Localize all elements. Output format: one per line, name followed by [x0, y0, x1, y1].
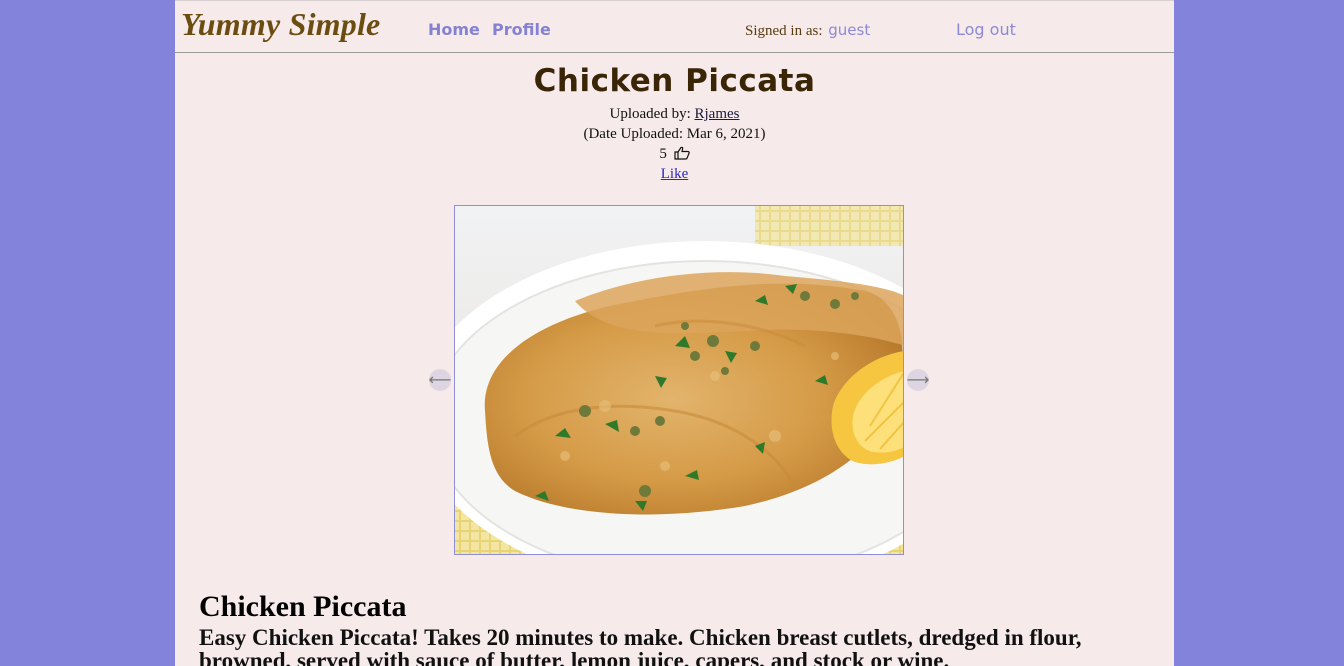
signed-in-label: Signed in as: [745, 23, 823, 39]
arrow-right-icon[interactable]: ⟶ [907, 369, 929, 391]
site-logo[interactable]: Yummy Simple [181, 6, 380, 43]
like-count-value: 5 [659, 146, 667, 162]
signed-in-status: Signed in as: guest [745, 21, 870, 40]
recipe-photo [454, 205, 904, 555]
recipe-section-title: Chicken Piccata [199, 590, 407, 623]
logout-link[interactable]: Log out [956, 20, 1016, 39]
uploaded-by: Uploaded by: Rjames [175, 106, 1174, 123]
like-action: Like [175, 166, 1174, 183]
signed-in-user: guest [828, 21, 871, 39]
uploader-link[interactable]: Rjames [694, 106, 739, 122]
navbar: Yummy Simple Home Profile Signed in as: … [175, 0, 1174, 53]
thumbs-up-icon [674, 146, 690, 160]
nav-profile-link[interactable]: Profile [492, 20, 551, 39]
recipe-description: Easy Chicken Piccata! Takes 20 minutes t… [199, 625, 1082, 666]
recipe-title: Chicken Piccata [533, 63, 816, 99]
like-count: 5 [175, 146, 1174, 163]
like-link[interactable]: Like [661, 166, 689, 182]
uploaded-by-label: Uploaded by: [609, 106, 691, 122]
date-uploaded: (Date Uploaded: Mar 6, 2021) [583, 126, 766, 142]
arrow-left-icon[interactable]: ⟵ [429, 369, 451, 391]
page-container: Yummy Simple Home Profile Signed in as: … [175, 0, 1174, 666]
nav-home-link[interactable]: Home [428, 20, 480, 39]
